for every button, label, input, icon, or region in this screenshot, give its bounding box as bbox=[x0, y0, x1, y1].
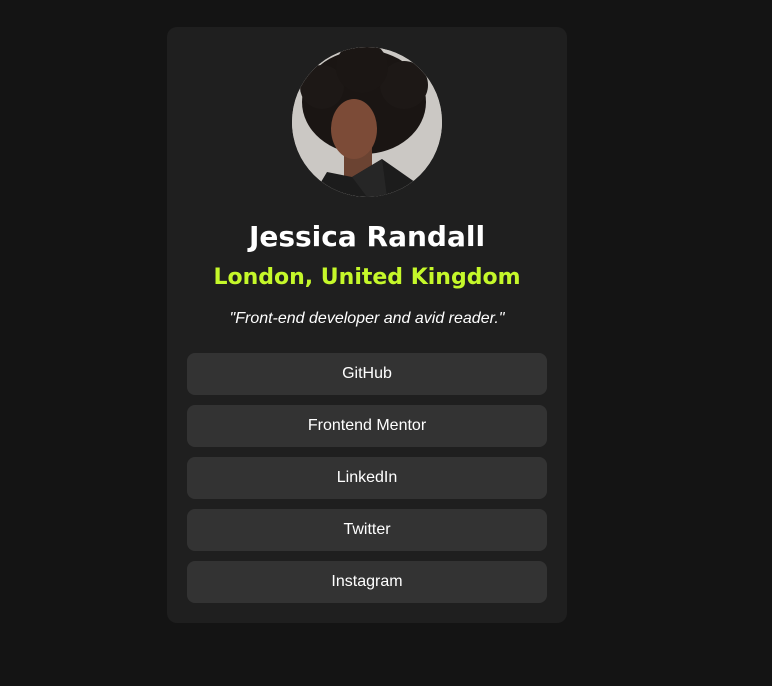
avatar-image bbox=[292, 47, 442, 197]
instagram-link-button[interactable]: Instagram bbox=[187, 561, 547, 603]
list-item: Twitter bbox=[187, 509, 547, 551]
list-item: Frontend Mentor bbox=[187, 405, 547, 447]
list-item: Instagram bbox=[187, 561, 547, 603]
linkedin-link-button[interactable]: LinkedIn bbox=[187, 457, 547, 499]
list-item: GitHub bbox=[187, 353, 547, 395]
frontend-mentor-link-button[interactable]: Frontend Mentor bbox=[187, 405, 547, 447]
github-link-button[interactable]: GitHub bbox=[187, 353, 547, 395]
list-item: LinkedIn bbox=[187, 457, 547, 499]
twitter-link-button[interactable]: Twitter bbox=[187, 509, 547, 551]
profile-card: Jessica Randall London, United Kingdom "… bbox=[167, 27, 567, 623]
social-links-list: GitHub Frontend Mentor LinkedIn Twitter … bbox=[187, 353, 547, 613]
profile-location: London, United Kingdom bbox=[213, 265, 521, 290]
profile-name: Jessica Randall bbox=[248, 220, 486, 253]
profile-bio: "Front-end developer and avid reader." bbox=[229, 310, 505, 327]
avatar bbox=[292, 47, 442, 197]
